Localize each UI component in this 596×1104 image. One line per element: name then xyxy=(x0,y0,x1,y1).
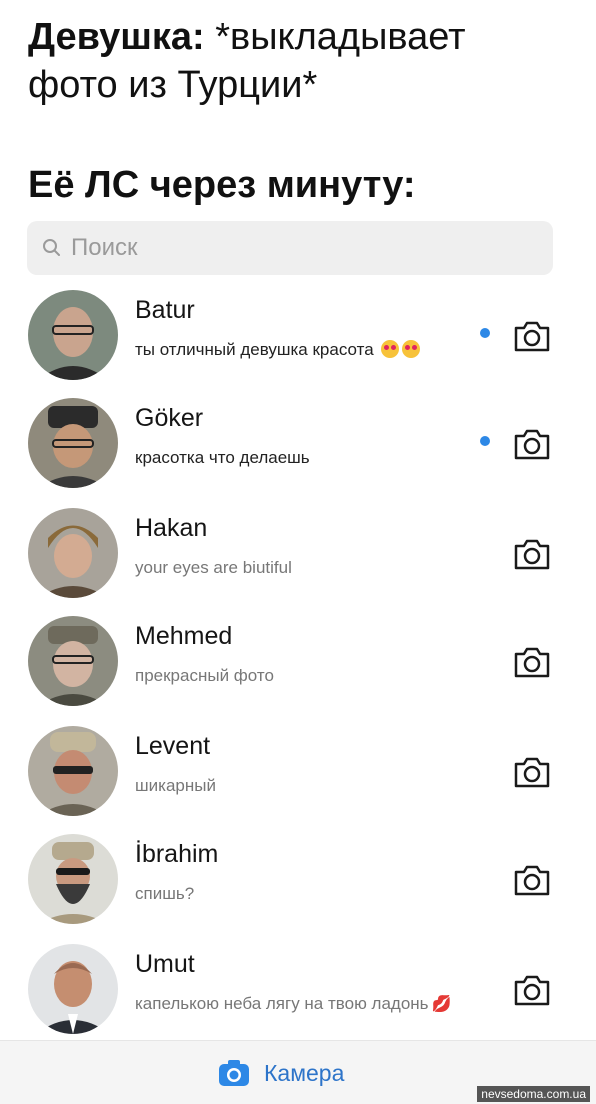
chat-row[interactable]: Batur ты отличный девушка красота xyxy=(0,290,596,398)
caption-line-2: фото из Турции* xyxy=(28,64,318,106)
caption-line-3: Её ЛС через минуту: xyxy=(28,164,416,206)
chat-row[interactable]: Mehmed прекрасный фото xyxy=(0,616,596,724)
avatar[interactable] xyxy=(28,508,118,598)
unread-dot xyxy=(480,436,490,446)
camera-icon[interactable] xyxy=(512,754,552,790)
heart-eyes-emoji-icon xyxy=(402,340,421,358)
message-preview: капелькою неба лягу на твою ладонь 💋 xyxy=(135,994,452,1013)
camera-icon[interactable] xyxy=(512,972,552,1008)
caption-rest: *выкладывает xyxy=(204,16,466,58)
caption-line-1: Девушка: *выкладывает xyxy=(28,12,466,62)
avatar[interactable] xyxy=(28,398,118,488)
avatar[interactable] xyxy=(28,944,118,1034)
search-bar[interactable]: Поиск xyxy=(27,221,553,275)
chat-row[interactable]: Göker красотка что делаешь xyxy=(0,398,596,506)
message-preview: спишь? xyxy=(135,884,195,903)
chat-row[interactable]: Hakan your eyes are biutiful xyxy=(0,508,596,616)
watermark: nevsedoma.com.ua xyxy=(477,1086,590,1102)
contact-name: Mehmed xyxy=(135,622,233,650)
camera-icon[interactable] xyxy=(512,426,552,462)
camera-icon[interactable] xyxy=(512,318,552,354)
contact-name: Batur xyxy=(135,296,195,324)
message-preview: шикарный xyxy=(135,776,216,795)
heart-eyes-emoji-icon xyxy=(381,340,400,358)
chat-row[interactable]: İbrahim спишь? xyxy=(0,834,596,942)
contact-name: Levent xyxy=(135,732,211,760)
camera-icon xyxy=(219,1060,249,1086)
avatar[interactable] xyxy=(28,616,118,706)
message-preview: прекрасный фото xyxy=(135,666,274,685)
avatar[interactable] xyxy=(28,726,118,816)
avatar[interactable] xyxy=(28,290,118,380)
message-preview: красотка что делаешь xyxy=(135,448,310,467)
search-icon xyxy=(43,239,60,256)
chat-row[interactable]: Levent шикарный xyxy=(0,726,596,834)
camera-icon[interactable] xyxy=(512,644,552,680)
contact-name: Hakan xyxy=(135,514,208,542)
search-placeholder: Поиск xyxy=(71,234,138,261)
avatar[interactable] xyxy=(28,834,118,924)
camera-button[interactable]: Камера xyxy=(218,1059,344,1087)
caption-bold: Девушка: xyxy=(28,16,205,58)
message-preview: your eyes are biutiful xyxy=(135,558,292,577)
contact-name: Umut xyxy=(135,950,195,978)
unread-dot xyxy=(480,328,490,338)
message-preview: ты отличный девушка красота xyxy=(135,340,421,360)
camera-icon[interactable] xyxy=(512,536,552,572)
contact-name: İbrahim xyxy=(135,840,219,868)
chat-row[interactable]: Umut капелькою неба лягу на твою ладонь 💋 xyxy=(0,944,596,1052)
contact-name: Göker xyxy=(135,404,204,432)
camera-label: Камера xyxy=(264,1059,345,1086)
camera-icon[interactable] xyxy=(512,862,552,898)
kiss-mark-icon: 💋 xyxy=(431,996,452,1013)
